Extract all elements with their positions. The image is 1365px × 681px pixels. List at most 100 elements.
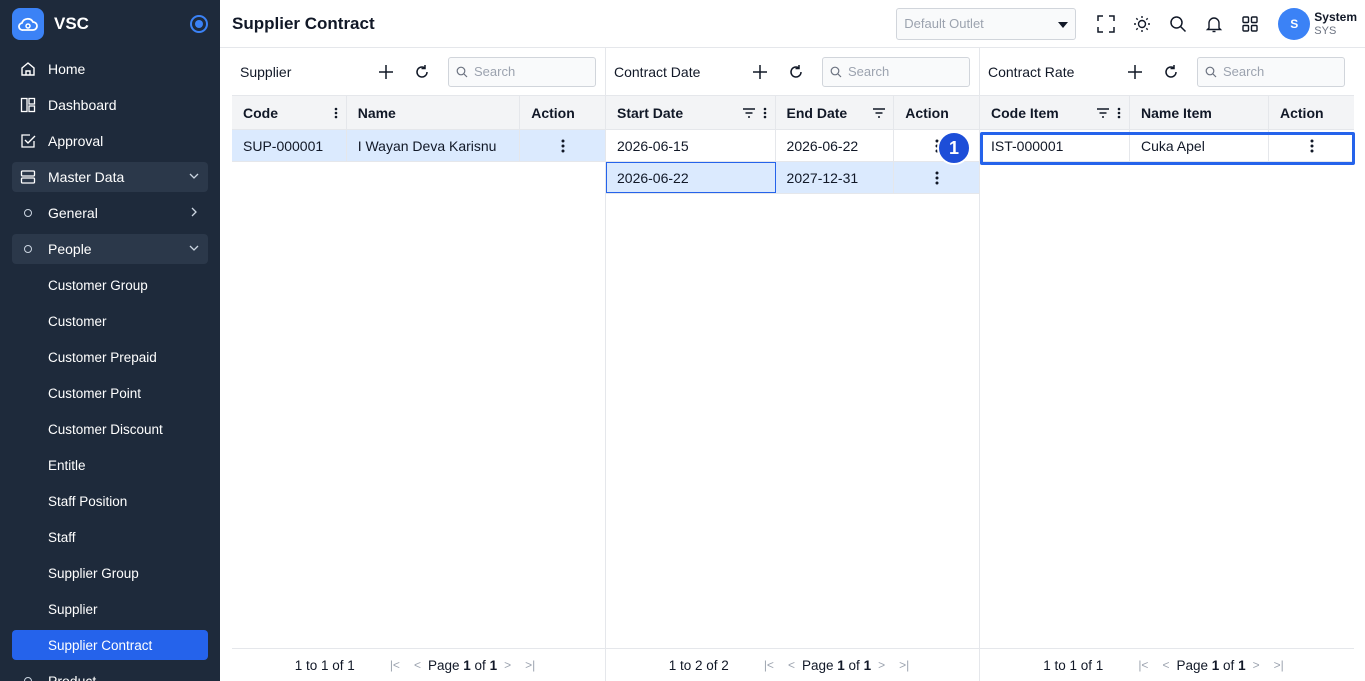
- circle-bullet-icon: [20, 673, 36, 681]
- next-page-icon[interactable]: >: [1253, 658, 1260, 672]
- column-header-action: Action: [1280, 104, 1324, 121]
- last-page-icon[interactable]: >|: [525, 658, 535, 672]
- sidebar-item-label: Staff Position: [48, 493, 128, 509]
- column-header-name-item[interactable]: Name Item: [1130, 96, 1269, 129]
- sidebar-item-approval[interactable]: Approval: [12, 126, 208, 156]
- sidebar-item-customer-point[interactable]: Customer Point: [12, 378, 208, 408]
- outlet-select[interactable]: Default Outlet: [896, 7, 1077, 40]
- sidebar-item-label: Customer Point: [48, 385, 142, 401]
- search-input[interactable]: Search: [822, 56, 970, 87]
- theme-sun-icon[interactable]: [1124, 6, 1160, 42]
- user-name: System: [1314, 9, 1357, 24]
- search-input[interactable]: Search: [448, 56, 596, 87]
- add-icon[interactable]: [1121, 58, 1149, 86]
- sidebar-item-label: Entitle: [48, 457, 86, 473]
- user-menu[interactable]: S System SYS: [1278, 7, 1357, 40]
- outlet-placeholder: Default Outlet: [904, 16, 984, 31]
- table-row[interactable]: SUP-000001 I Wayan Deva Karisnu: [232, 130, 605, 162]
- home-icon: [20, 61, 36, 77]
- column-menu-icon[interactable]: [1117, 107, 1121, 119]
- row-action-kebab-icon[interactable]: [520, 130, 605, 161]
- top-header: Supplier Contract Default Outlet S Syste…: [220, 0, 1365, 48]
- of-label: of: [848, 657, 860, 673]
- filter-icon[interactable]: [1097, 107, 1109, 118]
- of-label: of: [474, 657, 486, 673]
- column-menu-icon[interactable]: [334, 107, 338, 119]
- sidebar-item-staff[interactable]: Staff: [12, 522, 208, 552]
- add-icon[interactable]: [372, 58, 400, 86]
- sidebar-item-product[interactable]: Product: [12, 666, 208, 681]
- last-page-icon[interactable]: >|: [1274, 658, 1284, 672]
- pagination: 1 to 1 of 1 |< < Page 1 of 1 > >|: [232, 648, 605, 681]
- sidebar-item-label: Customer Group: [48, 277, 148, 293]
- sidebar-item-entitle[interactable]: Entitle: [12, 450, 208, 480]
- sidebar-item-label: Customer Discount: [48, 421, 163, 437]
- sidebar-item-supplier-group[interactable]: Supplier Group: [12, 558, 208, 588]
- sidebar-item-label: Customer Prepaid: [48, 349, 157, 365]
- sidebar-item-supplier-contract[interactable]: Supplier Contract: [12, 630, 208, 660]
- page-total: 1: [863, 657, 872, 673]
- pager-range: 1 to 2 of 2: [668, 657, 729, 673]
- refresh-icon[interactable]: [1157, 58, 1185, 86]
- step-badge: 1: [937, 131, 971, 165]
- pagination: 1 to 1 of 1 |< < Page 1 of 1 > >|: [980, 648, 1354, 681]
- column-header-start-date[interactable]: Start Date: [606, 96, 776, 129]
- approval-icon: [20, 133, 36, 149]
- first-page-icon[interactable]: |<: [1138, 658, 1148, 672]
- sidebar-item-people[interactable]: People: [12, 234, 208, 264]
- supplier-panel: Supplier Search Code Name Action SUP-000…: [232, 48, 606, 681]
- caret-down-icon: [1058, 16, 1069, 31]
- panel-title: Contract Date: [614, 63, 701, 80]
- sidebar-item-customer-group[interactable]: Customer Group: [12, 270, 208, 300]
- refresh-icon[interactable]: [408, 58, 436, 86]
- sidebar-item-supplier[interactable]: Supplier: [12, 594, 208, 624]
- sidebar-item-staff-position[interactable]: Staff Position: [12, 486, 208, 516]
- sidebar-item-label: Supplier Group: [48, 565, 139, 581]
- column-header-name[interactable]: Name: [347, 96, 521, 129]
- prev-page-icon[interactable]: <: [1162, 658, 1169, 672]
- column-header-code[interactable]: Code: [232, 96, 347, 129]
- column-header-end-date[interactable]: End Date: [776, 96, 895, 129]
- chevron-down-icon: [188, 169, 200, 185]
- add-icon[interactable]: [746, 58, 774, 86]
- circle-bullet-icon: [20, 205, 36, 221]
- sidebar-item-general[interactable]: General: [12, 198, 208, 228]
- column-header-action: Action: [905, 104, 949, 121]
- search-placeholder: Search: [474, 64, 516, 79]
- page-label: Page: [1176, 657, 1208, 673]
- bell-icon[interactable]: [1196, 6, 1232, 42]
- apps-grid-icon[interactable]: [1232, 6, 1268, 42]
- filter-icon[interactable]: [742, 107, 755, 118]
- table-row[interactable]: 2026-06-15 2026-06-22: [606, 130, 979, 162]
- sidebar-item-master-data[interactable]: Master Data: [12, 162, 208, 192]
- first-page-icon[interactable]: |<: [764, 658, 774, 672]
- fullscreen-icon[interactable]: [1088, 6, 1124, 42]
- search-placeholder: Search: [1223, 64, 1265, 79]
- sidebar: VSC Home Dashboard Approval Master Data …: [0, 0, 220, 681]
- next-page-icon[interactable]: >: [504, 658, 511, 672]
- last-page-icon[interactable]: >|: [899, 658, 909, 672]
- sidebar-item-label: General: [48, 205, 98, 221]
- sidebar-item-home[interactable]: Home: [12, 54, 208, 84]
- column-header-code-item[interactable]: Code Item: [980, 96, 1130, 129]
- table-row[interactable]: 2026-06-22 2027-12-31: [606, 162, 979, 194]
- refresh-icon[interactable]: [782, 58, 810, 86]
- grid-header: Code Item Name Item Action: [980, 95, 1354, 130]
- prev-page-icon[interactable]: <: [414, 658, 421, 672]
- row-action-kebab-icon[interactable]: [894, 162, 979, 193]
- search-icon[interactable]: [1160, 6, 1196, 42]
- sidebar-item-customer-discount[interactable]: Customer Discount: [12, 414, 208, 444]
- sidebar-item-customer-prepaid[interactable]: Customer Prepaid: [12, 342, 208, 372]
- sidebar-toggle-icon[interactable]: [190, 15, 208, 33]
- next-page-icon[interactable]: >: [878, 658, 885, 672]
- sidebar-item-customer[interactable]: Customer: [12, 306, 208, 336]
- first-page-icon[interactable]: |<: [390, 658, 400, 672]
- prev-page-icon[interactable]: <: [788, 658, 795, 672]
- sidebar-item-dashboard[interactable]: Dashboard: [12, 90, 208, 120]
- pager-range: 1 to 1 of 1: [294, 657, 355, 673]
- dashboard-icon: [20, 97, 36, 113]
- column-menu-icon[interactable]: [763, 107, 767, 119]
- contract-date-panel: Contract Date Search Start Date End Date…: [606, 48, 980, 681]
- filter-icon[interactable]: [873, 107, 886, 118]
- search-input[interactable]: Search: [1197, 56, 1345, 87]
